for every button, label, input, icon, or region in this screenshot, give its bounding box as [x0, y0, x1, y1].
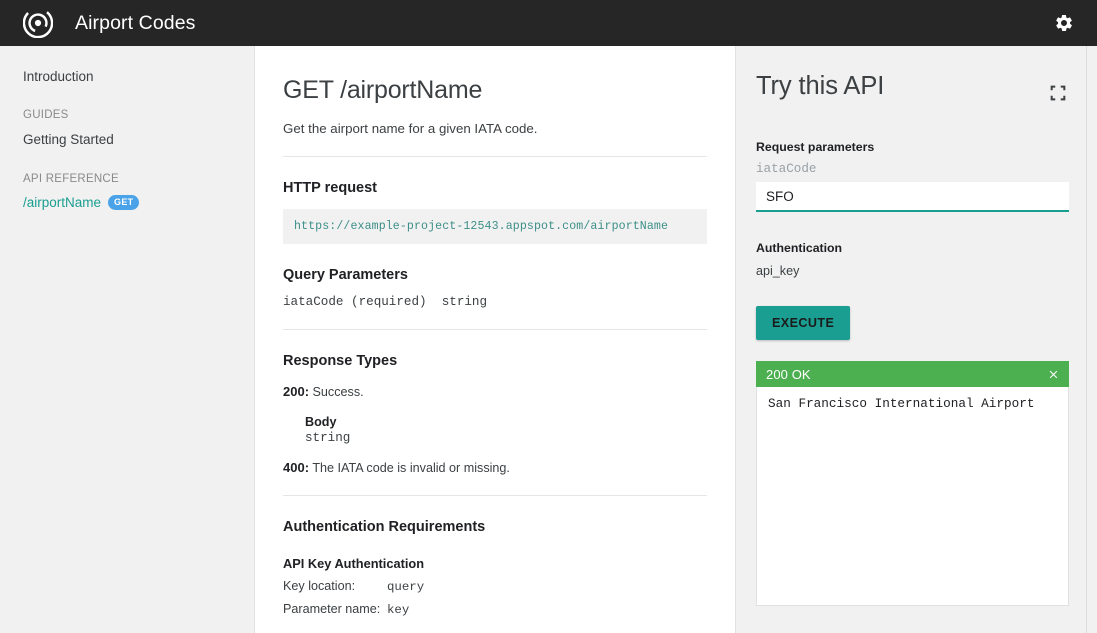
iatacode-input[interactable] — [756, 182, 1069, 212]
response-400-text: The IATA code is invalid or missing. — [312, 461, 510, 475]
parameter-name-label: Parameter name: — [283, 602, 381, 616]
sidebar-item-airportname[interactable]: /airportName GET — [23, 195, 254, 210]
key-location-row: Key location: query — [283, 579, 707, 594]
sidebar-nav: Introduction GUIDES Getting Started API … — [0, 46, 255, 633]
sidebar-section-api-reference: API REFERENCE — [23, 173, 119, 185]
key-location-value: query — [387, 580, 425, 594]
response-body-block: Body string — [305, 415, 707, 445]
sidebar-section-guides: GUIDES — [23, 109, 69, 121]
divider — [283, 156, 707, 157]
key-location-label: Key location: — [283, 579, 356, 593]
response-400-row: 400: The IATA code is invalid or missing… — [283, 460, 707, 475]
param-name-iatacode: iataCode — [756, 162, 817, 176]
response-types-heading: Response Types — [283, 353, 398, 369]
authentication-value: api_key — [756, 264, 800, 278]
sidebar-item-introduction[interactable]: Introduction — [23, 69, 94, 84]
try-api-header: Try this API — [756, 72, 1069, 104]
auth-requirements-heading: Authentication Requirements — [283, 519, 486, 535]
http-request-url: https://example-project-12543.appspot.co… — [283, 209, 707, 244]
response-200-code: 200: — [283, 384, 310, 399]
api-explorer-page: Airport Codes Introduction GUIDES Gettin… — [0, 0, 1097, 633]
execute-button[interactable]: EXECUTE — [756, 306, 851, 340]
status-badge: 200 OK — [766, 366, 811, 382]
close-x-icon[interactable] — [1047, 368, 1060, 381]
response-200-text: Success. — [312, 385, 364, 399]
parameter-name-row: Parameter name: key — [283, 602, 707, 617]
target-spiral-logo-icon — [23, 8, 53, 38]
settings-button[interactable] — [1050, 9, 1078, 37]
fullscreen-expand-icon[interactable] — [1047, 82, 1069, 104]
page-body: Introduction GUIDES Getting Started API … — [0, 46, 1097, 633]
response-body-output: San Francisco International Airport — [756, 387, 1069, 606]
sidebar-item-getting-started[interactable]: Getting Started — [23, 132, 114, 147]
query-parameters-heading: Query Parameters — [283, 267, 408, 283]
request-parameters-label: Request parameters — [756, 140, 875, 154]
response-panel: 200 OK San Francisco International Airpo… — [756, 361, 1069, 606]
http-request-heading: HTTP request — [283, 180, 378, 196]
page-scrollbar[interactable] — [1086, 46, 1097, 633]
gear-icon — [1056, 14, 1072, 32]
authentication-label: Authentication — [756, 241, 843, 255]
parameter-name-value: key — [387, 603, 410, 617]
try-api-panel: Try this API Request parameters iataCode… — [735, 46, 1097, 633]
response-body-type: string — [305, 431, 351, 445]
divider — [283, 329, 707, 330]
response-200-row: 200: Success. — [283, 384, 707, 399]
response-body-label: Body — [305, 415, 337, 429]
divider — [283, 495, 707, 496]
response-status-bar: 200 OK — [756, 361, 1069, 387]
page-title: GET /airportName — [283, 76, 483, 104]
documentation-content: GET /airportName Get the airport name fo… — [255, 46, 735, 633]
app-header: Airport Codes — [0, 0, 1097, 46]
page-description: Get the airport name for a given IATA co… — [283, 121, 538, 136]
api-key-auth-heading: API Key Authentication — [283, 556, 425, 571]
method-badge-get: GET — [108, 195, 140, 210]
query-parameter-line: iataCode (required) string — [283, 295, 488, 309]
sidebar-endpoint-label: /airportName — [23, 195, 102, 210]
app-title: Airport Codes — [75, 11, 196, 34]
try-api-title: Try this API — [756, 72, 885, 100]
response-400-code: 400: — [283, 460, 310, 475]
